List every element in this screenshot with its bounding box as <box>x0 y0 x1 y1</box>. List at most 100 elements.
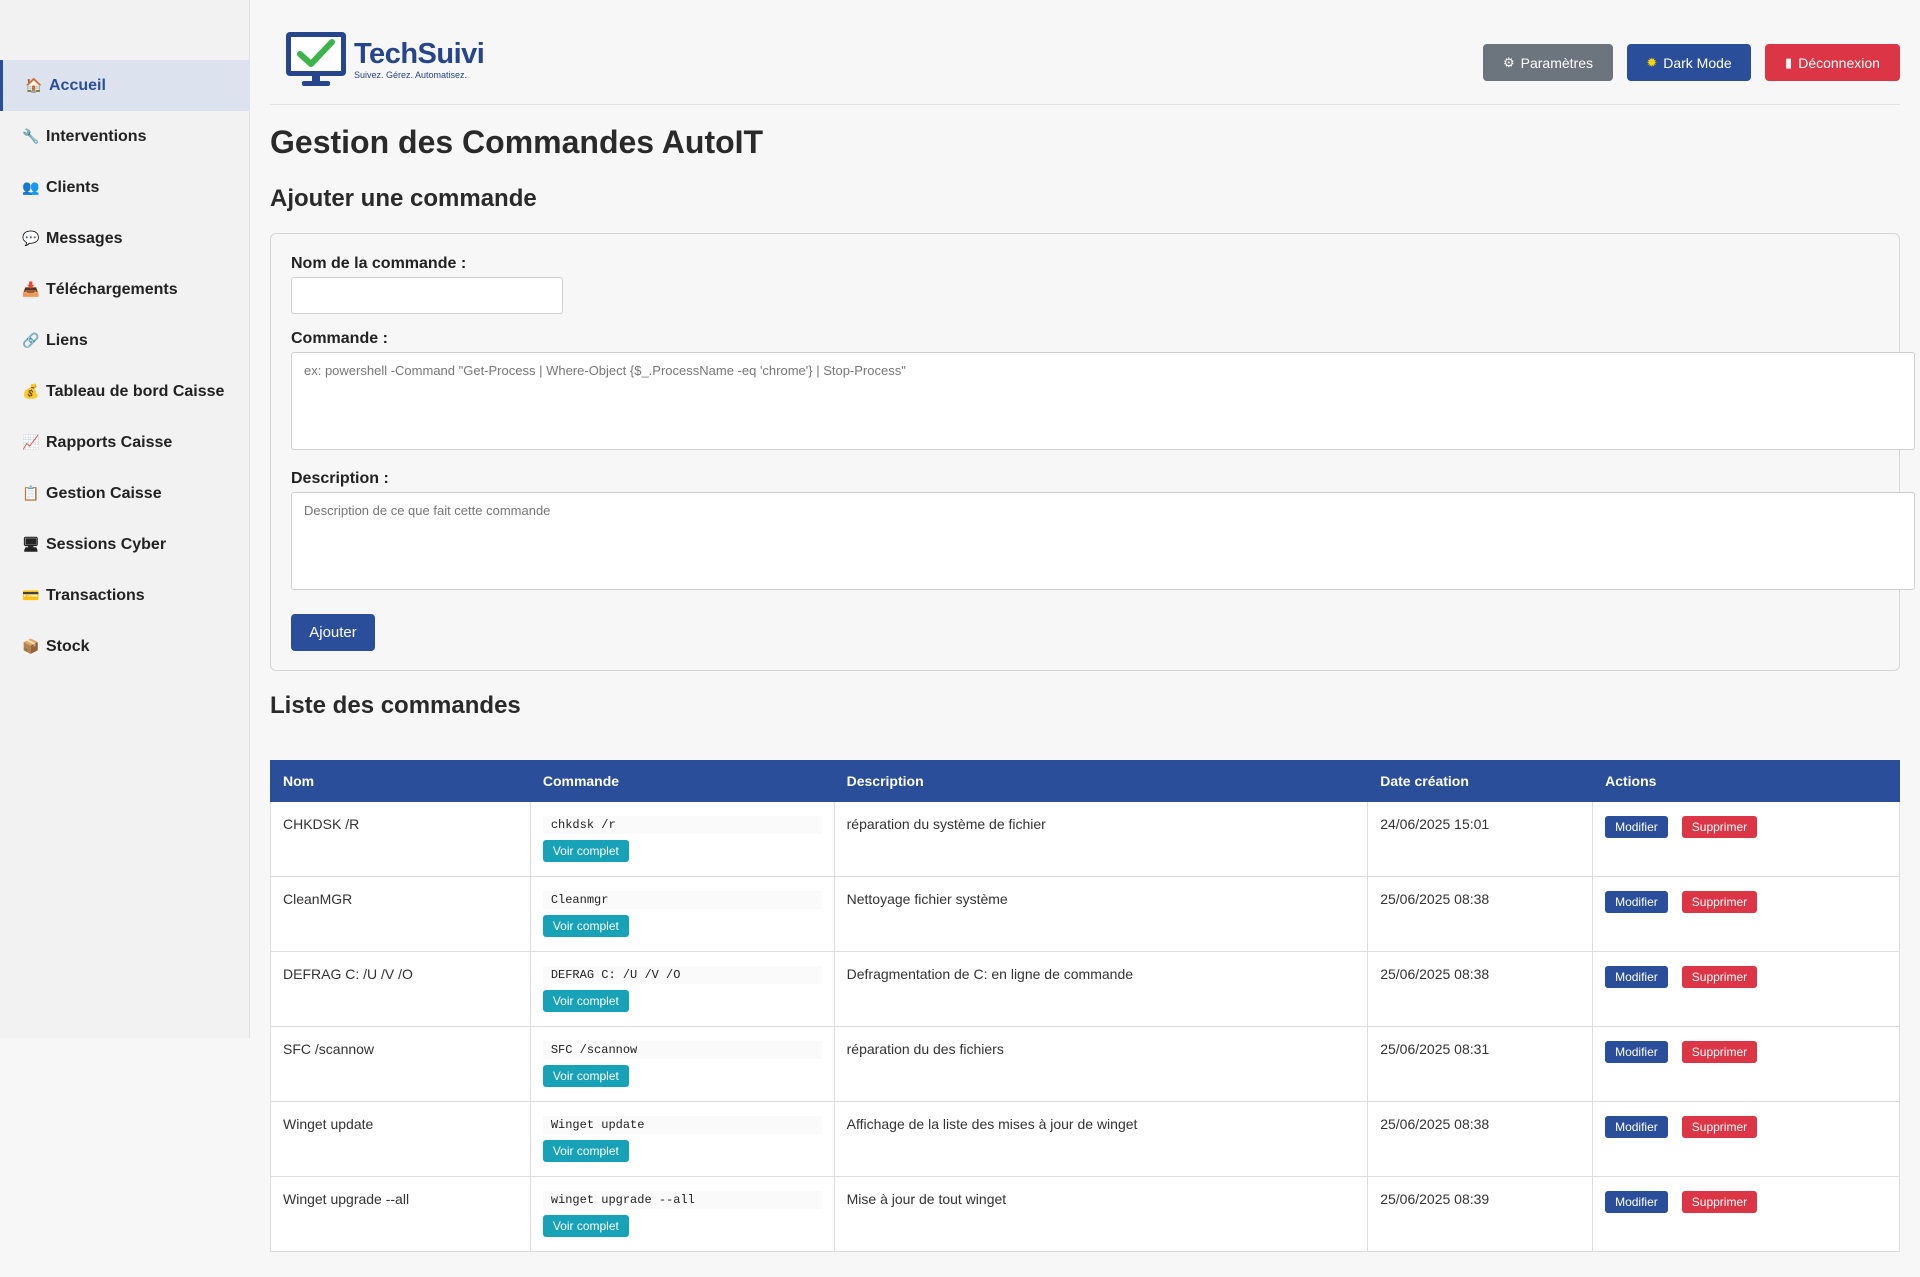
sidebar-item-t-l-chargements[interactable]: 📥 Téléchargements <box>0 264 250 315</box>
money-bag-icon: 💰 <box>22 383 40 399</box>
settings-button-label: Paramètres <box>1520 54 1593 71</box>
header: TechSuivi Suivez. Gérez. Automatisez. ⚙ … <box>270 0 1900 105</box>
view-full-button[interactable]: Voir complet <box>542 840 629 862</box>
command-date: 25/06/2025 08:38 <box>1380 891 1490 907</box>
cell-actions: Modifier Supprimer <box>1592 801 1900 877</box>
sidebar-item-stock[interactable]: 📦 Stock <box>0 621 250 672</box>
header-commande: Commande <box>529 760 835 802</box>
cell-date: 25/06/2025 08:38 <box>1367 951 1594 1027</box>
delete-button[interactable]: Supprimer <box>1681 1116 1758 1138</box>
edit-button[interactable]: Modifier <box>1605 816 1668 838</box>
delete-button[interactable]: Supprimer <box>1681 816 1758 838</box>
cell-name: CleanMGR <box>270 876 531 952</box>
cell-date: 25/06/2025 08:38 <box>1367 876 1594 952</box>
sidebar-item-interventions[interactable]: 🔧 Interventions <box>0 111 250 162</box>
sidebar-item-label: Messages <box>46 229 123 247</box>
sidebar-item-liens[interactable]: 🔗 Liens <box>0 315 250 366</box>
table-row: Winget update Winget update Voir complet Af… <box>270 1101 1900 1177</box>
command-textarea[interactable] <box>291 352 1915 450</box>
cell-actions: Modifier Supprimer <box>1592 1176 1900 1252</box>
delete-button[interactable]: Supprimer <box>1681 891 1758 913</box>
logout-button[interactable]: ▮ Déconnexion <box>1765 44 1900 81</box>
sidebar-item-messages[interactable]: 💬 Messages <box>0 213 250 264</box>
command-code: SFC /scannow <box>542 1041 822 1059</box>
download-icon: 📥 <box>22 281 40 297</box>
description-textarea[interactable] <box>291 492 1915 590</box>
sidebar-item-label: Stock <box>46 637 90 655</box>
monitor-check-logo-icon <box>286 32 346 86</box>
edit-button[interactable]: Modifier <box>1605 1116 1668 1138</box>
delete-button[interactable]: Supprimer <box>1681 966 1758 988</box>
cell-name: DEFRAG C: /U /V /O <box>270 951 531 1027</box>
sidebar-item-sessions-cyber[interactable]: 🖥 Sessions Cyber <box>0 519 250 570</box>
cell-date: 25/06/2025 08:31 <box>1367 1026 1594 1102</box>
cell-description: Mise à jour de tout winget <box>833 1176 1369 1252</box>
sidebar-item-rapports-caisse[interactable]: 📈 Rapports Caisse <box>0 417 250 468</box>
add-button[interactable]: Ajouter <box>291 614 375 651</box>
chart-icon: 📈 <box>22 434 40 450</box>
sidebar-item-label: Rapports Caisse <box>46 433 173 451</box>
command-name-input[interactable] <box>291 277 563 314</box>
cell-command: Winget update Voir complet <box>529 1101 835 1177</box>
settings-button[interactable]: ⚙ Paramètres <box>1483 44 1613 81</box>
sidebar: 🏠 Accueil 🔧 Interventions 👥 Clients 💬 Messages 📥… <box>0 0 250 1038</box>
sidebar-nav: 🏠 Accueil 🔧 Interventions 👥 Clients 💬 Messages 📥… <box>0 60 250 672</box>
users-icon: 👥 <box>22 179 40 195</box>
view-full-button[interactable]: Voir complet <box>542 1065 629 1087</box>
sidebar-item-label: Sessions Cyber <box>46 535 167 553</box>
table-header-row: Nom Commande Description Date création A… <box>270 760 1900 802</box>
command-date: 24/06/2025 15:01 <box>1380 816 1490 832</box>
cell-command: chkdsk /r Voir complet <box>529 801 835 877</box>
view-full-button[interactable]: Voir complet <box>542 1215 629 1237</box>
edit-button[interactable]: Modifier <box>1605 1041 1668 1063</box>
chat-icon: 💬 <box>22 230 40 246</box>
delete-button[interactable]: Supprimer <box>1681 1041 1758 1063</box>
wrench-icon: 🔧 <box>22 128 40 144</box>
sun-icon: ✹ <box>1646 54 1658 70</box>
header-actions: ⚙ Paramètres ✹ Dark Mode ▮ Déconnexion <box>1483 44 1900 81</box>
command-code: winget upgrade --all <box>542 1191 822 1209</box>
command-date: 25/06/2025 08:38 <box>1380 1116 1490 1132</box>
cell-command: Cleanmgr Voir complet <box>529 876 835 952</box>
cell-name: CHKDSK /R <box>270 801 531 877</box>
sidebar-item-tableau-de-bord-caisse[interactable]: 💰 Tableau de bord Caisse <box>0 366 250 417</box>
cell-date: 25/06/2025 08:39 <box>1367 1176 1594 1252</box>
box-icon: 📦 <box>22 638 40 654</box>
command-description: réparation du système de fichier <box>846 816 1046 832</box>
logo-title: TechSuivi <box>354 37 485 70</box>
header-date: Date création <box>1367 760 1594 802</box>
logo: TechSuivi Suivez. Gérez. Automatisez. <box>284 30 485 88</box>
command-description: Affichage de la liste des mises à jour d… <box>846 1116 1138 1132</box>
command-date: 25/06/2025 08:39 <box>1380 1191 1490 1207</box>
sidebar-item-label: Gestion Caisse <box>46 484 162 502</box>
command-code: chkdsk /r <box>542 816 822 834</box>
sidebar-item-clients[interactable]: 👥 Clients <box>0 162 250 213</box>
row-actions: Modifier Supprimer <box>1605 1191 1887 1213</box>
cell-description: Affichage de la liste des mises à jour d… <box>833 1101 1369 1177</box>
row-actions: Modifier Supprimer <box>1605 1116 1887 1138</box>
view-full-button[interactable]: Voir complet <box>542 1140 629 1162</box>
command-description: Mise à jour de tout winget <box>846 1191 1007 1207</box>
dark-mode-button[interactable]: ✹ Dark Mode <box>1627 44 1751 81</box>
edit-button[interactable]: Modifier <box>1605 1191 1668 1213</box>
header-nom: Nom <box>270 760 531 802</box>
view-full-button[interactable]: Voir complet <box>542 915 629 937</box>
cell-actions: Modifier Supprimer <box>1592 1101 1900 1177</box>
delete-button[interactable]: Supprimer <box>1681 1191 1758 1213</box>
sidebar-item-accueil[interactable]: 🏠 Accueil <box>0 60 250 111</box>
row-actions: Modifier Supprimer <box>1605 891 1887 913</box>
command-date: 25/06/2025 08:38 <box>1380 966 1490 982</box>
cell-description: réparation du des fichiers <box>833 1026 1369 1102</box>
command-description: Defragmentation de C: en ligne de comman… <box>846 966 1134 982</box>
cell-command: SFC /scannow Voir complet <box>529 1026 835 1102</box>
main-content: TechSuivi Suivez. Gérez. Automatisez. ⚙ … <box>270 0 1915 1252</box>
cell-description: Defragmentation de C: en ligne de comman… <box>833 951 1369 1027</box>
edit-button[interactable]: Modifier <box>1605 891 1668 913</box>
sidebar-item-transactions[interactable]: 💳 Transactions <box>0 570 250 621</box>
view-full-button[interactable]: Voir complet <box>542 990 629 1012</box>
sidebar-item-gestion-caisse[interactable]: 📋 Gestion Caisse <box>0 468 250 519</box>
description-label: Description : <box>291 470 389 487</box>
table-row: CHKDSK /R chkdsk /r Voir complet réparation… <box>270 801 1900 877</box>
edit-button[interactable]: Modifier <box>1605 966 1668 988</box>
door-icon: ▮ <box>1785 54 1793 70</box>
